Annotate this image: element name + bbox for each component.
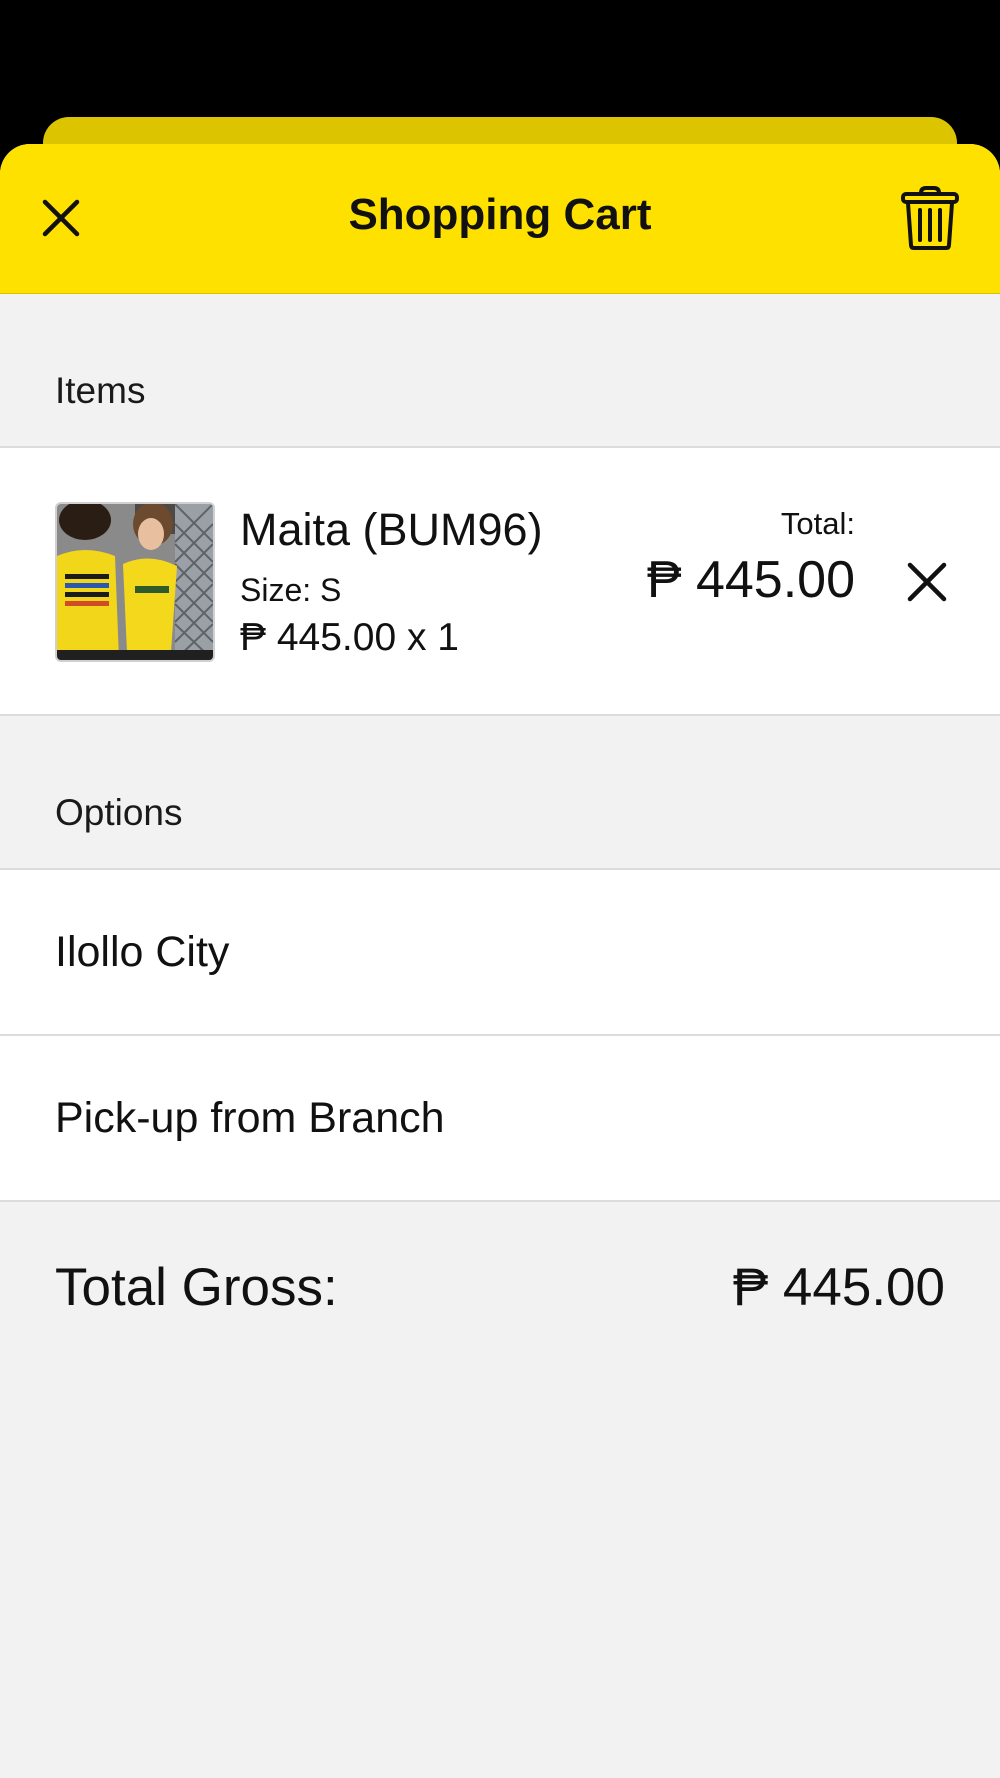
- remove-item-button[interactable]: [900, 555, 954, 609]
- remove-item-icon: [907, 562, 947, 602]
- cart-item: Maita (BUM96) Size: S ₱ 445.00 x 1 Total…: [0, 448, 1000, 716]
- item-size: Size: S: [240, 572, 342, 608]
- trash-icon: [901, 186, 959, 250]
- total-gross-value: ₱ 445.00: [732, 1258, 945, 1317]
- item-total-value: ₱ 445.00: [646, 551, 855, 609]
- option-city[interactable]: Ilollo City: [0, 870, 1000, 1036]
- product-image[interactable]: [55, 502, 215, 662]
- total-gross-row: Total Gross: ₱ 445.00: [0, 1202, 1000, 1372]
- item-total-label: Total:: [780, 506, 855, 541]
- item-price-quantity: ₱ 445.00 x 1: [240, 616, 459, 659]
- clear-cart-button[interactable]: [898, 183, 962, 253]
- item-name: Maita (BUM96): [240, 504, 543, 555]
- cart-sheet: Shopping Cart Items Maita (BUM96) Size: …: [0, 144, 1000, 1778]
- options-section-label: Options: [0, 716, 1000, 870]
- option-delivery-method[interactable]: Pick-up from Branch: [0, 1036, 1000, 1202]
- cart-header: Shopping Cart: [0, 144, 1000, 294]
- items-section-label: Items: [0, 294, 1000, 448]
- page-title: Shopping Cart: [348, 190, 652, 239]
- total-gross-label: Total Gross:: [55, 1258, 338, 1317]
